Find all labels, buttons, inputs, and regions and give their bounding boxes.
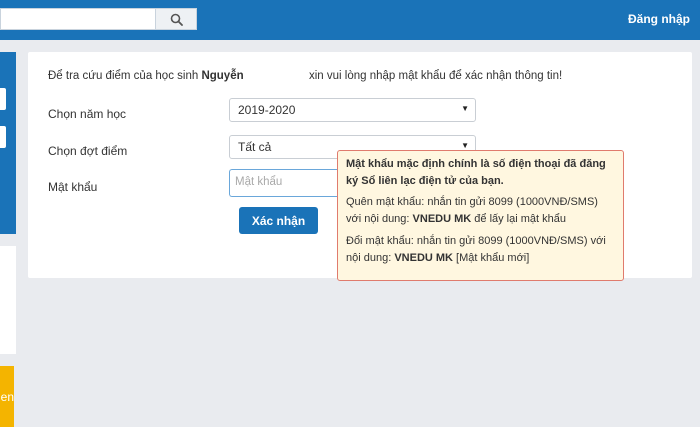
left-sidebar-input[interactable] — [0, 126, 6, 148]
intro-text: Để tra cứu điểm của học sinh Nguyễn — [48, 70, 244, 82]
left-sidebar-panel — [0, 52, 16, 234]
password-label: Mật khẩu — [48, 180, 98, 194]
search-icon — [170, 13, 183, 26]
period-select-value: Tất cả — [238, 140, 272, 154]
submit-button[interactable]: Xác nhận — [239, 207, 318, 234]
search-button[interactable] — [155, 8, 197, 30]
student-name: Nguyễn — [201, 70, 244, 82]
search-input[interactable] — [0, 8, 155, 30]
password-field[interactable]: Mật khẩu — [229, 169, 337, 197]
left-sidebar-card — [0, 246, 16, 354]
left-sidebar-yellow-button[interactable]: en — [0, 366, 14, 427]
left-sidebar-input[interactable] — [0, 88, 6, 110]
dropdown-arrow-icon: ▼ — [461, 141, 469, 150]
intro-suffix: xin vui lòng nhập mật khẩu để xác nhận t… — [309, 70, 563, 82]
left-yellow-label: en — [0, 389, 14, 404]
tooltip-change-text: Đổi mật khẩu: nhắn tin gửi 8099 (1000VNĐ… — [346, 235, 606, 264]
year-select[interactable]: 2019-2020 ▼ — [229, 98, 476, 122]
dropdown-arrow-icon: ▼ — [461, 104, 469, 113]
tooltip-title: Mật khẩu mặc định chính là số điện thoại… — [346, 158, 606, 187]
year-select-value: 2019-2020 — [238, 103, 296, 117]
password-help-tooltip: Mật khẩu mặc định chính là số điện thoại… — [337, 150, 624, 281]
year-label: Chọn năm học — [48, 107, 127, 121]
tooltip-forgot-text: Quên mật khẩu: nhắn tin gửi 8099 (1000VN… — [346, 196, 598, 225]
top-navbar: Đăng nhập — [0, 0, 700, 40]
intro-prefix: Để tra cứu điểm của học sinh — [48, 70, 202, 82]
period-label: Chọn đợt điểm — [48, 144, 128, 158]
login-link[interactable]: Đăng nhập — [628, 12, 690, 26]
